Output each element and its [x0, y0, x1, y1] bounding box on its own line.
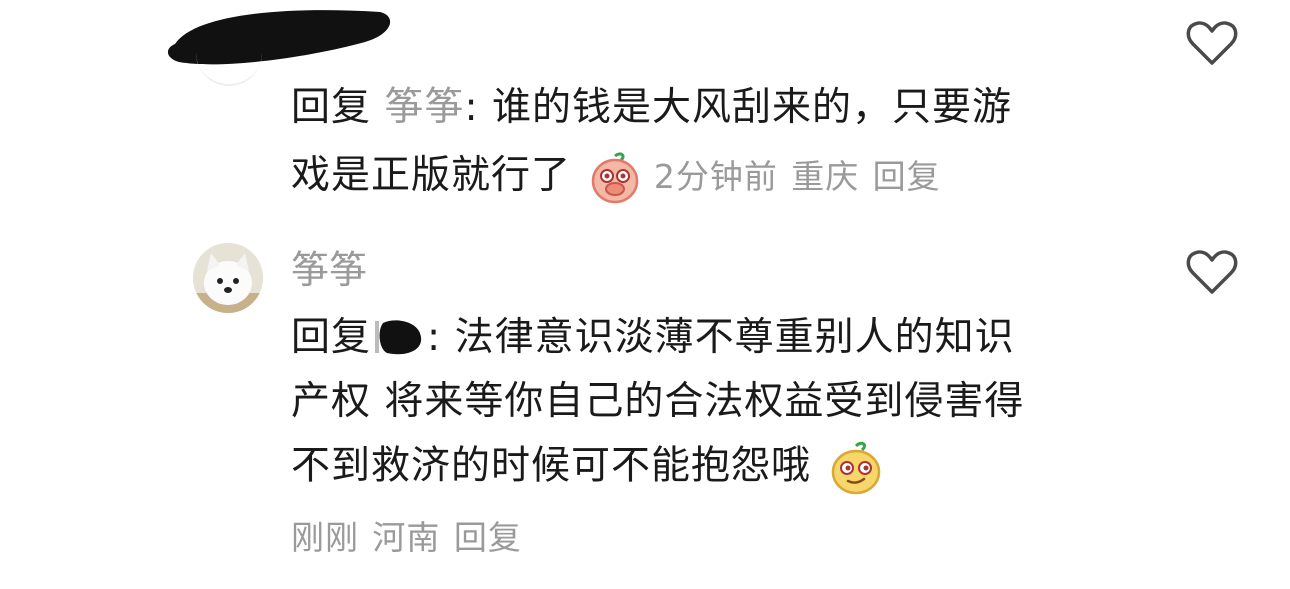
reply-prefix: 回复 [291, 85, 372, 130]
smirk-emoji-icon [832, 441, 881, 495]
comment2-meta: 刚刚 河南 回复 [291, 512, 522, 563]
colon: : [464, 85, 479, 130]
comment1-reply-button[interactable]: 回复 [873, 157, 941, 196]
comment1-location: 重庆 [791, 157, 860, 196]
avatar[interactable] [193, 243, 263, 313]
heart-outline-icon[interactable] [1186, 20, 1238, 66]
redacted-username [375, 317, 423, 357]
comment2-time: 刚刚 [291, 518, 359, 557]
comment2-text-part3: 不到救济的时候可不能抱怨哦 [291, 443, 812, 489]
comment1-line2: 戏是正版就行了 2分钟前 重庆 回复 [291, 151, 941, 204]
comment1-time: 2分钟前 [653, 157, 778, 196]
comment1-text-part2: 戏是正版就行了 [291, 153, 572, 198]
comment1-text-part1: 谁的钱是大风刮来的，只要游 [491, 85, 1012, 130]
comment2-line3: 不到救济的时候可不能抱怨哦 [291, 441, 882, 495]
comment2-line2: 产权 将来等你自己的合法权益受到侵害得 [291, 379, 1025, 424]
reply-to-username[interactable]: 筝筝 [384, 85, 464, 130]
comment2-line1: 回复: 法律意识淡薄不尊重别人的知识 [291, 313, 1015, 363]
colon: : [427, 315, 442, 360]
comment1-line1: 回复 筝筝: 谁的钱是大风刮来的，只要游 [291, 83, 1012, 133]
covering-mouth-emoji-icon [592, 151, 639, 203]
comment2-reply-button[interactable]: 回复 [454, 518, 522, 557]
reply-prefix: 回复 [291, 315, 372, 360]
username[interactable]: 筝筝 [291, 245, 367, 295]
heart-outline-icon[interactable] [1186, 249, 1238, 295]
comment2-text-part1: 法律意识淡薄不尊重别人的知识 [454, 315, 1015, 360]
comment2-location: 河南 [372, 518, 441, 557]
avatar-partial[interactable] [196, 40, 262, 86]
dog-avatar-image [193, 243, 263, 313]
